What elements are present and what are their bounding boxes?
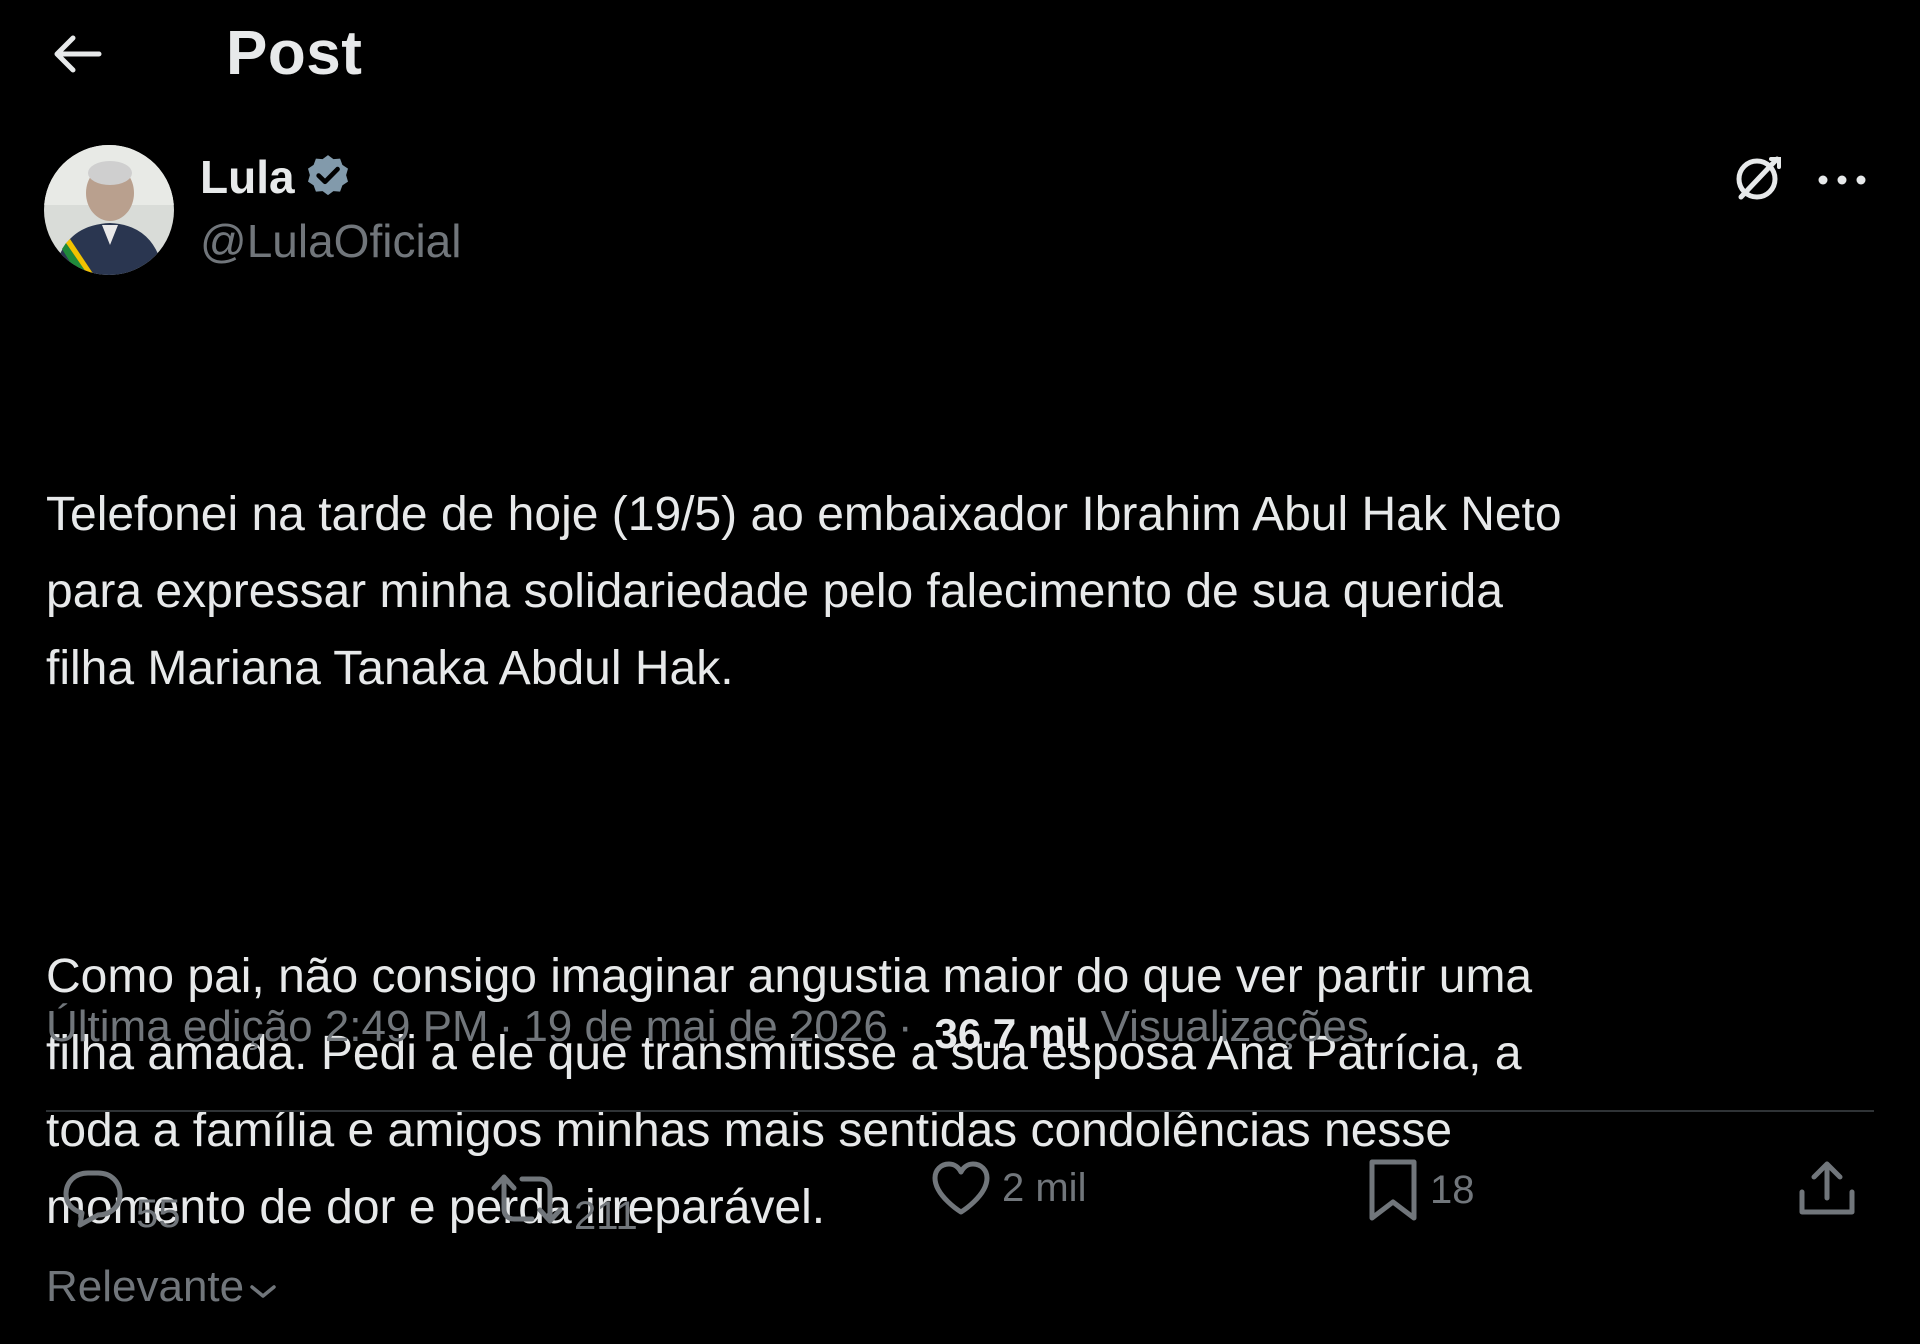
more-options-button[interactable] bbox=[1812, 152, 1872, 208]
meta-separator: · bbox=[897, 1002, 913, 1051]
repost-count: 211 bbox=[574, 1194, 638, 1238]
sort-label: Relevante bbox=[46, 1262, 245, 1311]
meta-separator: · bbox=[498, 1002, 514, 1051]
avatar[interactable] bbox=[44, 145, 174, 275]
reply-count: 55 bbox=[136, 1192, 181, 1236]
reply-icon bbox=[63, 1170, 123, 1227]
more-dots-icon bbox=[1818, 175, 1866, 185]
author-name-row: Lula bbox=[200, 150, 353, 204]
share-button[interactable] bbox=[1796, 1158, 1858, 1220]
views-label: Visualizações bbox=[1100, 1002, 1369, 1051]
action-bar: 55 211 2 mil 18 bbox=[0, 1150, 1920, 1238]
edited-timestamp[interactable]: Última edição 2:49 PM bbox=[46, 1002, 489, 1052]
sort-dropdown[interactable]: Relevante bbox=[46, 1262, 278, 1312]
reply-button[interactable]: 55 bbox=[60, 1158, 181, 1237]
views-count[interactable]: 36.7 mil bbox=[934, 1010, 1088, 1058]
avatar-image bbox=[44, 145, 174, 275]
bookmark-count: 18 bbox=[1430, 1167, 1475, 1212]
verified-badge-icon bbox=[307, 155, 348, 196]
bookmark-icon bbox=[1369, 1159, 1417, 1221]
arrow-left-icon bbox=[54, 35, 102, 73]
page-title: Post bbox=[226, 19, 363, 88]
post-meta: Última edição 2:49 PM · 19 de mai de 202… bbox=[46, 992, 1886, 1062]
like-count: 2 mil bbox=[1002, 1165, 1087, 1210]
share-icon bbox=[1799, 1161, 1855, 1215]
bookmark-button[interactable]: 18 bbox=[1366, 1158, 1475, 1222]
chevron-down-icon bbox=[250, 1285, 276, 1298]
author-handle[interactable]: @LulaOficial bbox=[200, 214, 461, 268]
post-paragraph: Telefonei na tarde de hoje (19/5) ao emb… bbox=[46, 488, 1562, 695]
repost-icon bbox=[491, 1174, 563, 1223]
repost-button[interactable]: 211 bbox=[490, 1158, 638, 1239]
grok-icon bbox=[1736, 156, 1781, 200]
like-button[interactable]: 2 mil bbox=[930, 1160, 1086, 1216]
top-bar: Post bbox=[0, 0, 1920, 110]
back-button[interactable] bbox=[46, 22, 110, 86]
author-name[interactable]: Lula bbox=[200, 150, 295, 204]
post-date[interactable]: 19 de mai de 2026 bbox=[523, 1002, 888, 1052]
grok-button[interactable] bbox=[1728, 148, 1788, 208]
heart-icon bbox=[932, 1161, 990, 1215]
divider bbox=[46, 1110, 1874, 1112]
